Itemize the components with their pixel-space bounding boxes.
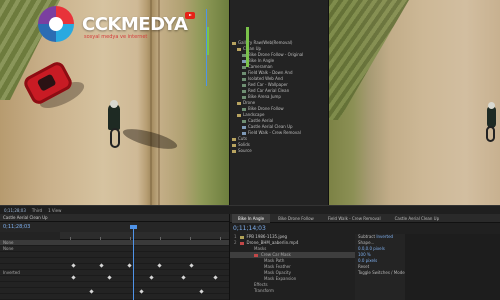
property-value[interactable]: 0.0 pixels bbox=[358, 258, 377, 263]
property-value[interactable]: Inverted bbox=[376, 234, 393, 239]
view-layout-dropdown[interactable]: 1 View bbox=[48, 208, 61, 213]
composition-viewer-left[interactable]: CCKMEDYA sosyal medya ve internet bbox=[0, 0, 229, 205]
bicycle bbox=[110, 128, 120, 148]
comp-tab[interactable]: Bike Drone Follow bbox=[272, 214, 320, 223]
project-item[interactable]: Source bbox=[232, 148, 328, 154]
current-time-display[interactable]: 0;11;14;03 bbox=[233, 225, 266, 232]
property-label: Transform bbox=[254, 288, 274, 293]
comp-tab[interactable]: Castle Aerial Clean Up bbox=[389, 214, 446, 223]
timeline-header: 0;11;28;03 bbox=[0, 222, 229, 232]
layer-label: None bbox=[3, 240, 14, 245]
tab-castle-aerial[interactable]: Castle Aerial Clean Up bbox=[3, 215, 48, 220]
folder-icon bbox=[232, 143, 236, 147]
layer-label: Inverted bbox=[3, 270, 20, 275]
logo-tagline: sosyal medya ve internet bbox=[84, 34, 148, 40]
property-label: Mask Expansion bbox=[264, 276, 297, 281]
layer-list[interactable]: None None Inverted bbox=[0, 240, 229, 300]
viewer-timecode[interactable]: 0;11;28;03 bbox=[4, 208, 26, 213]
youtube-icon bbox=[185, 12, 195, 19]
comp-tab[interactable]: Bike In Angle bbox=[232, 213, 271, 223]
composition-icon bbox=[242, 125, 246, 129]
footage-icon bbox=[242, 89, 246, 93]
time-ruler[interactable] bbox=[60, 232, 229, 240]
label-color-chip[interactable] bbox=[254, 253, 258, 257]
composition-viewer-right[interactable] bbox=[329, 0, 500, 205]
timeline-panel-left[interactable]: Castle Aerial Clean Up 0;11;28;03 None No… bbox=[0, 214, 229, 300]
composition-icon bbox=[242, 131, 246, 135]
cyclist bbox=[487, 106, 496, 128]
project-panel[interactable]: Gallery Raw/Web(Removal) Clean Up Bike Dro… bbox=[229, 0, 329, 205]
playhead[interactable] bbox=[133, 226, 134, 300]
footage-icon bbox=[242, 83, 246, 87]
brand-logo: CCKMEDYA sosyal medya ve internet bbox=[38, 6, 196, 44]
after-effects-window: CCKMEDYA sosyal medya ve internet Galler… bbox=[0, 0, 500, 300]
folder-icon bbox=[237, 113, 241, 117]
property-value[interactable]: 100 % bbox=[358, 252, 371, 257]
footage-icon bbox=[242, 95, 246, 99]
bicycle bbox=[486, 126, 495, 142]
comp-tab[interactable]: Field Walk - Crew Removal bbox=[322, 214, 387, 223]
project-item-label: Source bbox=[238, 148, 252, 153]
property-name: Toggle Switches / Modes bbox=[358, 270, 407, 275]
mask-property-values[interactable]: Subtract Inverted Shape... 0.0,0.0 pixels… bbox=[355, 234, 407, 300]
cyclist-helmet bbox=[488, 102, 495, 109]
viewer-toolbar: 0;11;28;03 Third 1 View bbox=[0, 205, 229, 214]
playhead[interactable] bbox=[206, 9, 207, 86]
footage-icon bbox=[242, 71, 246, 75]
layer-label: None bbox=[3, 246, 14, 251]
property-name: Subtract bbox=[358, 234, 376, 239]
property-value-row[interactable]: Toggle Switches / Modes bbox=[355, 270, 407, 276]
footage-icon bbox=[242, 119, 246, 123]
timeline-panel-right[interactable]: Bike In Angle Bike Drone Follow Field Walk… bbox=[229, 213, 500, 300]
logo-mark-icon bbox=[38, 6, 74, 42]
layer-row[interactable] bbox=[0, 294, 229, 300]
timeline-tab-row: Castle Aerial Clean Up bbox=[0, 214, 229, 222]
label-color-chip[interactable] bbox=[239, 241, 244, 245]
project-item-label: Field Walk - Crew Removal bbox=[248, 130, 301, 135]
label-color-chip[interactable] bbox=[239, 235, 244, 239]
folder-icon bbox=[232, 137, 236, 141]
property-value[interactable]: 0.0,0.0 pixels bbox=[358, 246, 385, 251]
resolution-dropdown[interactable]: Third bbox=[32, 208, 42, 213]
layer-number: 2 bbox=[234, 240, 237, 245]
folder-icon bbox=[232, 149, 236, 153]
cyclist-helmet bbox=[110, 100, 118, 108]
composition-tabs[interactable]: Bike In Angle Bike Drone Follow Field Walk… bbox=[230, 213, 500, 223]
current-time-display[interactable]: 0;11;28;03 bbox=[3, 224, 30, 230]
crop-field bbox=[329, 0, 409, 120]
footage-icon bbox=[242, 107, 246, 111]
layer-track-area[interactable] bbox=[405, 234, 500, 300]
folder-icon bbox=[237, 47, 241, 51]
logo-wordmark: CCKMEDYA bbox=[82, 14, 188, 35]
folder-icon bbox=[232, 41, 236, 45]
footage-icon bbox=[242, 77, 246, 81]
folder-icon bbox=[237, 101, 241, 105]
layer-duration-bar[interactable] bbox=[246, 27, 249, 67]
property-name: Reset bbox=[358, 264, 370, 269]
property-name: Shape... bbox=[358, 240, 375, 245]
